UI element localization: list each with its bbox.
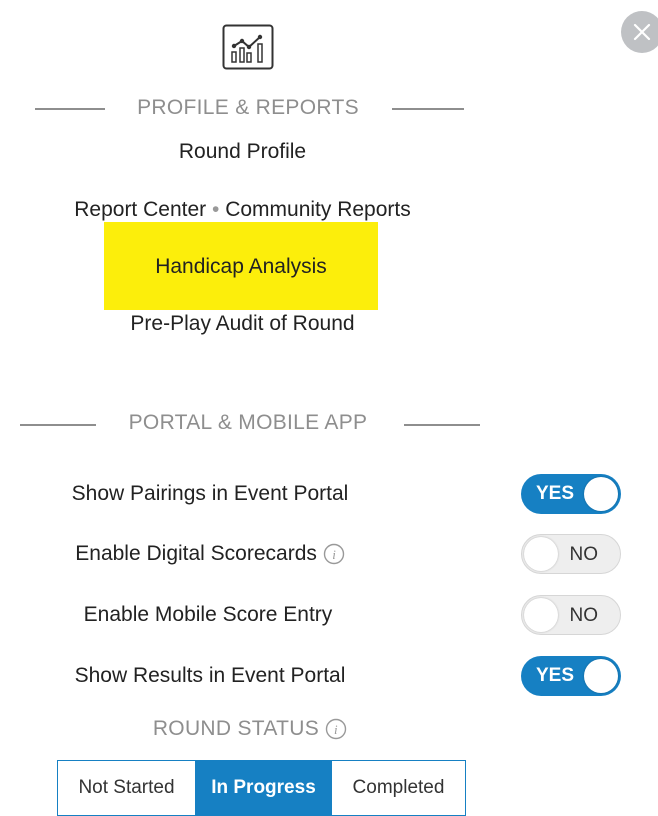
report-links-row: Report Center • Community Reports	[0, 198, 485, 222]
toggle-knob	[584, 659, 618, 693]
mobile-score-entry-toggle[interactable]: NO	[521, 595, 621, 635]
info-icon[interactable]: i	[325, 718, 347, 740]
close-icon	[633, 23, 651, 41]
toggle-knob	[524, 598, 558, 632]
setting-label: Enable Digital Scorecards	[75, 542, 317, 565]
setting-label-row: Enable Digital Scorecards i	[0, 542, 420, 566]
toggle-knob	[584, 477, 618, 511]
round-status-selector: Not Started In Progress Completed	[57, 760, 466, 816]
toggle-state: YES	[536, 483, 575, 504]
svg-text:i: i	[332, 547, 336, 562]
digital-scorecards-toggle[interactable]: NO	[521, 534, 621, 574]
toggle-state: NO	[569, 605, 599, 626]
section-divider-right	[392, 108, 464, 110]
pre-play-audit-link[interactable]: Pre-Play Audit of Round	[0, 312, 485, 336]
round-status-row: ROUND STATUS i	[0, 717, 500, 741]
setting-label: Enable Mobile Score Entry	[83, 603, 333, 626]
toggle-state: NO	[569, 544, 599, 565]
svg-text:i: i	[334, 722, 338, 737]
report-center-link[interactable]: Report Center	[74, 198, 206, 221]
info-icon[interactable]: i	[323, 543, 345, 565]
setting-label: Show Pairings in Event Portal	[71, 482, 349, 505]
section-divider-right	[404, 424, 480, 426]
toggle-knob	[524, 537, 558, 571]
show-results-toggle[interactable]: YES	[521, 656, 621, 696]
handicap-analysis-link[interactable]: Handicap Analysis	[104, 255, 378, 279]
close-button[interactable]	[621, 11, 658, 53]
round-status-heading: ROUND STATUS	[152, 717, 319, 740]
round-profile-link[interactable]: Round Profile	[0, 140, 485, 164]
show-pairings-toggle[interactable]: YES	[521, 474, 621, 514]
community-reports-link[interactable]: Community Reports	[225, 198, 411, 221]
toggle-state: YES	[536, 665, 575, 686]
setting-label: Show Results in Event Portal	[74, 664, 346, 687]
link-separator: •	[211, 198, 220, 221]
portal-mobile-heading: PORTAL & MOBILE APP	[128, 411, 368, 434]
bar-chart-trend-icon	[222, 24, 274, 70]
